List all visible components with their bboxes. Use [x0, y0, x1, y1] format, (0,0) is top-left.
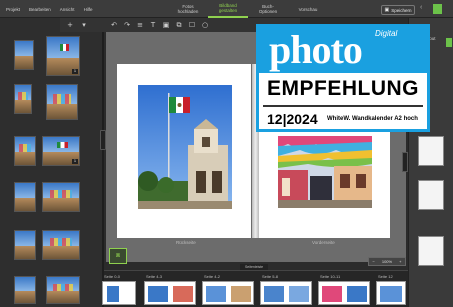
tab-buch-optionen[interactable]: Buch- Optionen: [248, 0, 288, 18]
photo-thumbnail[interactable]: [14, 230, 36, 260]
zoom-control: − 100% +: [368, 257, 406, 266]
flag-tower-image: [138, 85, 232, 209]
back-icon[interactable]: ‹: [420, 4, 429, 14]
undo-icon[interactable]: ↶: [110, 21, 118, 29]
photo-thumbnail[interactable]: [14, 136, 36, 166]
top-toolbar: Projekt Bearbeiten Ansicht Hilfe Fotos h…: [0, 0, 453, 18]
align-icon[interactable]: ≡: [136, 21, 144, 29]
award-issue: 12|2024: [267, 111, 318, 127]
spread-label: Seite 10-11: [320, 274, 341, 279]
tab-vorschau[interactable]: Vorschau: [288, 0, 328, 18]
save-icon: ▣: [384, 7, 390, 13]
zoom-in-icon[interactable]: +: [399, 259, 401, 264]
image-icon[interactable]: ▣: [162, 21, 170, 29]
circle-icon[interactable]: ○: [201, 21, 209, 29]
award-brand: photo: [269, 27, 363, 72]
photo-thumbnail[interactable]: [46, 276, 80, 304]
spread-label: Seite 5-8: [262, 274, 279, 279]
photo-count-badge: 1: [72, 159, 78, 164]
window-controls: ‹: [420, 4, 442, 14]
layout-option[interactable]: [418, 180, 444, 210]
photo-thumbnail[interactable]: [42, 230, 80, 260]
redo-icon[interactable]: ↷: [123, 21, 131, 29]
layout-toggle-button[interactable]: ⧈: [109, 248, 127, 264]
save-button-label: Speichern: [391, 7, 412, 13]
photo-panel-toolbar: + ▾: [60, 18, 104, 32]
workflow-tabs: Fotos hochladen Bildband gestalten Buch-…: [168, 0, 328, 18]
menu-item-ansicht[interactable]: Ansicht: [60, 7, 75, 12]
photo-thumbnail[interactable]: 1: [42, 136, 80, 166]
award-digital: Digital: [375, 29, 398, 38]
page-spread-thumbnail[interactable]: [102, 281, 136, 305]
award-divider: [263, 105, 423, 107]
photo-thumbnail[interactable]: [14, 84, 32, 114]
street-decor-image: [278, 136, 372, 208]
filter-icon[interactable]: ▾: [80, 21, 88, 29]
save-button[interactable]: ▣ Speichern: [381, 5, 415, 15]
layout-selected-indicator: [446, 38, 452, 47]
page-spread-thumbnail[interactable]: [376, 281, 406, 305]
spread-label: Seite 4-2: [204, 274, 221, 279]
layout-option[interactable]: [418, 236, 444, 266]
award-badge: photo Digital EMPFEHLUNG 12|2024 WhiteW.…: [256, 24, 430, 132]
photo-thumbnail[interactable]: [14, 182, 36, 212]
spread-label: Seite 0-0: [104, 274, 121, 279]
award-header: photo Digital: [259, 27, 427, 73]
zoom-out-icon[interactable]: −: [373, 259, 375, 264]
photo-thumbnail[interactable]: [14, 276, 36, 304]
photo-count-badge: 1: [72, 69, 78, 74]
order-icon[interactable]: [433, 4, 442, 14]
right-page-label: Vorderseite: [312, 240, 335, 245]
menu-item-bearbeiten[interactable]: Bearbeiten: [29, 7, 51, 12]
zoom-value: 100%: [381, 259, 393, 264]
photo-thumbnail[interactable]: 1: [46, 36, 80, 76]
left-page-label: Rückseite: [176, 240, 196, 245]
tab-bildband-gestalten[interactable]: Bildband gestalten: [208, 0, 248, 18]
page-spread-thumbnail[interactable]: [260, 281, 312, 305]
layout-option[interactable]: [418, 136, 444, 166]
main-menu: Projekt Bearbeiten Ansicht Hilfe: [6, 0, 93, 18]
page-spread-thumbnail[interactable]: [318, 281, 370, 305]
frame-icon[interactable]: ☐: [188, 21, 196, 29]
text-icon[interactable]: T: [149, 21, 157, 29]
photo-thumbnail[interactable]: [14, 40, 34, 70]
layout-icon: ⧈: [115, 252, 121, 259]
award-product: WhiteW. Wandkalender A2 hoch: [327, 116, 418, 122]
photo-thumbnail[interactable]: [42, 182, 80, 212]
menu-item-hilfe[interactable]: Hilfe: [84, 7, 93, 12]
page-spread-thumbnail[interactable]: [202, 281, 254, 305]
spread-label: Seite 4-3: [146, 274, 163, 279]
page-spread-thumbnail[interactable]: [144, 281, 196, 305]
crop-icon[interactable]: ⧉: [175, 21, 183, 29]
placed-photo-flag-tower[interactable]: [138, 85, 232, 209]
placed-photo-street-decor[interactable]: [278, 136, 372, 208]
spread-label: Seite 12: [378, 274, 393, 279]
menu-item-projekt[interactable]: Projekt: [6, 7, 20, 12]
photo-thumbnail[interactable]: [46, 84, 78, 120]
add-photo-icon[interactable]: +: [66, 21, 74, 29]
award-headline: EMPFEHLUNG: [267, 77, 419, 100]
tab-fotos-hochladen[interactable]: Fotos hochladen: [168, 0, 208, 18]
